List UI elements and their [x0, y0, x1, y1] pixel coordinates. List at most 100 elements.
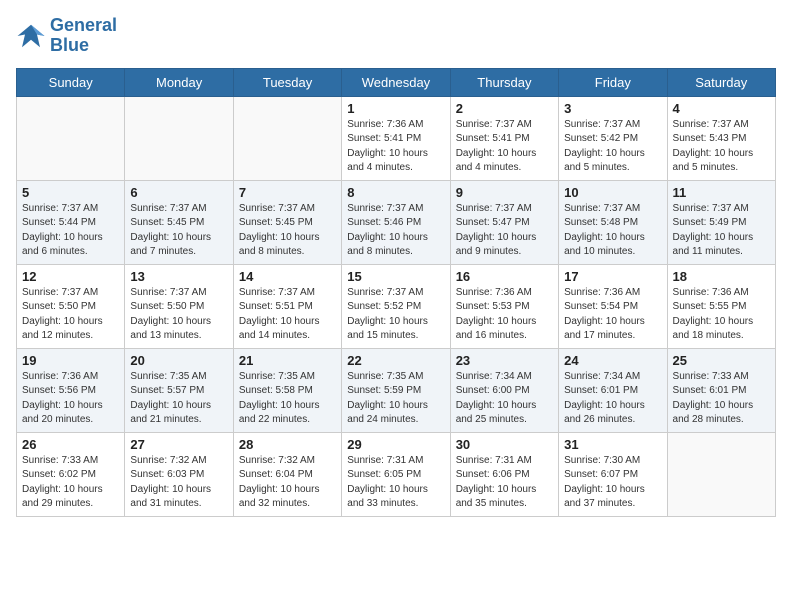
calendar-day-15: 15 Sunrise: 7:37 AMSunset: 5:52 PMDayligh… — [342, 264, 450, 348]
day-info: Sunrise: 7:36 AMSunset: 5:56 PMDaylight:… — [22, 370, 119, 428]
day-info: Sunrise: 7:36 AMSunset: 5:41 PMDaylight:… — [347, 118, 444, 176]
calendar-day-13: 13Sunrise: 7:37 AMSunset: 5:50 PMDayligh… — [125, 264, 233, 348]
day-info: Sunrise: 7:37 AMSunset: 5:51 PMDaylight:… — [239, 286, 336, 344]
calendar-day-8: 8 Sunrise: 7:37 AMSunset: 5:46 PMDaylight… — [342, 180, 450, 264]
day-number: 4 — [673, 101, 770, 116]
calendar-day-7: 7 Sunrise: 7:37 AMSunset: 5:45 PMDaylight… — [233, 180, 341, 264]
day-info: Sunrise: 7:37 AMSunset: 5:48 PMDaylight:… — [564, 202, 661, 260]
day-number: 13 — [130, 269, 227, 284]
calendar-day-31: 31 Sunrise: 7:30 AMSunset: 6:07 PMDayligh… — [559, 432, 667, 516]
day-info: Sunrise: 7:35 AMSunset: 5:57 PMDaylight:… — [130, 370, 227, 428]
day-info: Sunrise: 7:37 AMSunset: 5:46 PMDaylight:… — [347, 202, 444, 260]
day-info: Sunrise: 7:35 AMSunset: 5:59 PMDaylight:… — [347, 370, 444, 428]
calendar-day-20: 20Sunrise: 7:35 AMSunset: 5:57 PMDayligh… — [125, 348, 233, 432]
calendar-day-18: 18 Sunrise: 7:36 AMSunset: 5:55 PMDayligh… — [667, 264, 775, 348]
day-number: 26 — [22, 437, 119, 452]
calendar-day-10: 10 Sunrise: 7:37 AMSunset: 5:48 PMDayligh… — [559, 180, 667, 264]
calendar-day-16: 16 Sunrise: 7:36 AMSunset: 5:53 PMDayligh… — [450, 264, 558, 348]
day-info: Sunrise: 7:34 AMSunset: 6:00 PMDaylight:… — [456, 370, 553, 428]
day-number: 27 — [130, 437, 227, 452]
day-number: 15 — [347, 269, 444, 284]
day-number: 10 — [564, 185, 661, 200]
calendar-week-row: 26 Sunrise: 7:33 AMSunset: 6:02 PMDayligh… — [17, 432, 776, 516]
day-number: 16 — [456, 269, 553, 284]
day-number: 9 — [456, 185, 553, 200]
day-info: Sunrise: 7:36 AMSunset: 5:55 PMDaylight:… — [673, 286, 770, 344]
day-number: 14 — [239, 269, 336, 284]
calendar-empty-cell — [667, 432, 775, 516]
logo-text-line1: General — [50, 16, 117, 36]
day-info: Sunrise: 7:36 AMSunset: 5:53 PMDaylight:… — [456, 286, 553, 344]
day-number: 8 — [347, 185, 444, 200]
calendar-day-2: 2 Sunrise: 7:37 AMSunset: 5:41 PMDaylight… — [450, 96, 558, 180]
calendar-day-22: 22 Sunrise: 7:35 AMSunset: 5:59 PMDayligh… — [342, 348, 450, 432]
calendar-day-17: 17 Sunrise: 7:36 AMSunset: 5:54 PMDayligh… — [559, 264, 667, 348]
calendar-day-1: 1 Sunrise: 7:36 AMSunset: 5:41 PMDaylight… — [342, 96, 450, 180]
day-info: Sunrise: 7:32 AMSunset: 6:03 PMDaylight:… — [130, 454, 227, 512]
calendar-day-25: 25Sunrise: 7:33 AMSunset: 6:01 PMDayligh… — [667, 348, 775, 432]
day-number: 31 — [564, 437, 661, 452]
calendar-day-6: 6 Sunrise: 7:37 AMSunset: 5:45 PMDaylight… — [125, 180, 233, 264]
calendar-day-24: 24 Sunrise: 7:34 AMSunset: 6:01 PMDayligh… — [559, 348, 667, 432]
calendar-day-28: 28 Sunrise: 7:32 AMSunset: 6:04 PMDayligh… — [233, 432, 341, 516]
column-header-friday: Friday — [559, 68, 667, 96]
day-info: Sunrise: 7:32 AMSunset: 6:04 PMDaylight:… — [239, 454, 336, 512]
day-number: 6 — [130, 185, 227, 200]
calendar-day-29: 29Sunrise: 7:31 AMSunset: 6:05 PMDayligh… — [342, 432, 450, 516]
calendar-empty-cell — [125, 96, 233, 180]
day-number: 1 — [347, 101, 444, 116]
calendar-week-row: 12 Sunrise: 7:37 AMSunset: 5:50 PMDayligh… — [17, 264, 776, 348]
day-info: Sunrise: 7:30 AMSunset: 6:07 PMDaylight:… — [564, 454, 661, 512]
calendar-day-12: 12 Sunrise: 7:37 AMSunset: 5:50 PMDayligh… — [17, 264, 125, 348]
day-info: Sunrise: 7:36 AMSunset: 5:54 PMDaylight:… — [564, 286, 661, 344]
logo-icon — [16, 21, 46, 51]
calendar-week-row: 5 Sunrise: 7:37 AMSunset: 5:44 PMDaylight… — [17, 180, 776, 264]
day-info: Sunrise: 7:37 AMSunset: 5:42 PMDaylight:… — [564, 118, 661, 176]
column-header-saturday: Saturday — [667, 68, 775, 96]
day-info: Sunrise: 7:37 AMSunset: 5:43 PMDaylight:… — [673, 118, 770, 176]
calendar-day-11: 11Sunrise: 7:37 AMSunset: 5:49 PMDayligh… — [667, 180, 775, 264]
day-number: 3 — [564, 101, 661, 116]
logo: General Blue — [16, 16, 117, 56]
day-number: 18 — [673, 269, 770, 284]
calendar-day-14: 14 Sunrise: 7:37 AMSunset: 5:51 PMDayligh… — [233, 264, 341, 348]
calendar-empty-cell — [233, 96, 341, 180]
column-header-monday: Monday — [125, 68, 233, 96]
calendar-day-21: 21Sunrise: 7:35 AMSunset: 5:58 PMDayligh… — [233, 348, 341, 432]
calendar-day-3: 3 Sunrise: 7:37 AMSunset: 5:42 PMDaylight… — [559, 96, 667, 180]
calendar-table: SundayMondayTuesdayWednesdayThursdayFrid… — [16, 68, 776, 517]
day-info: Sunrise: 7:37 AMSunset: 5:45 PMDaylight:… — [130, 202, 227, 260]
day-info: Sunrise: 7:31 AMSunset: 6:05 PMDaylight:… — [347, 454, 444, 512]
day-number: 24 — [564, 353, 661, 368]
day-info: Sunrise: 7:37 AMSunset: 5:44 PMDaylight:… — [22, 202, 119, 260]
calendar-day-23: 23 Sunrise: 7:34 AMSunset: 6:00 PMDayligh… — [450, 348, 558, 432]
day-number: 17 — [564, 269, 661, 284]
column-header-tuesday: Tuesday — [233, 68, 341, 96]
calendar-day-27: 27 Sunrise: 7:32 AMSunset: 6:03 PMDayligh… — [125, 432, 233, 516]
day-number: 7 — [239, 185, 336, 200]
page-header: General Blue — [16, 16, 776, 56]
column-header-sunday: Sunday — [17, 68, 125, 96]
day-number: 12 — [22, 269, 119, 284]
calendar-day-19: 19 Sunrise: 7:36 AMSunset: 5:56 PMDayligh… — [17, 348, 125, 432]
day-number: 5 — [22, 185, 119, 200]
calendar-day-5: 5 Sunrise: 7:37 AMSunset: 5:44 PMDaylight… — [17, 180, 125, 264]
day-number: 21 — [239, 353, 336, 368]
day-info: Sunrise: 7:37 AMSunset: 5:52 PMDaylight:… — [347, 286, 444, 344]
column-header-thursday: Thursday — [450, 68, 558, 96]
day-number: 19 — [22, 353, 119, 368]
day-info: Sunrise: 7:33 AMSunset: 6:01 PMDaylight:… — [673, 370, 770, 428]
day-number: 22 — [347, 353, 444, 368]
day-info: Sunrise: 7:37 AMSunset: 5:50 PMDaylight:… — [22, 286, 119, 344]
day-number: 30 — [456, 437, 553, 452]
day-number: 28 — [239, 437, 336, 452]
day-info: Sunrise: 7:37 AMSunset: 5:41 PMDaylight:… — [456, 118, 553, 176]
calendar-header-row: SundayMondayTuesdayWednesdayThursdayFrid… — [17, 68, 776, 96]
calendar-day-9: 9Sunrise: 7:37 AMSunset: 5:47 PMDaylight… — [450, 180, 558, 264]
day-info: Sunrise: 7:34 AMSunset: 6:01 PMDaylight:… — [564, 370, 661, 428]
day-number: 2 — [456, 101, 553, 116]
day-info: Sunrise: 7:33 AMSunset: 6:02 PMDaylight:… — [22, 454, 119, 512]
day-number: 23 — [456, 353, 553, 368]
calendar-week-row: 1 Sunrise: 7:36 AMSunset: 5:41 PMDaylight… — [17, 96, 776, 180]
day-info: Sunrise: 7:37 AMSunset: 5:45 PMDaylight:… — [239, 202, 336, 260]
